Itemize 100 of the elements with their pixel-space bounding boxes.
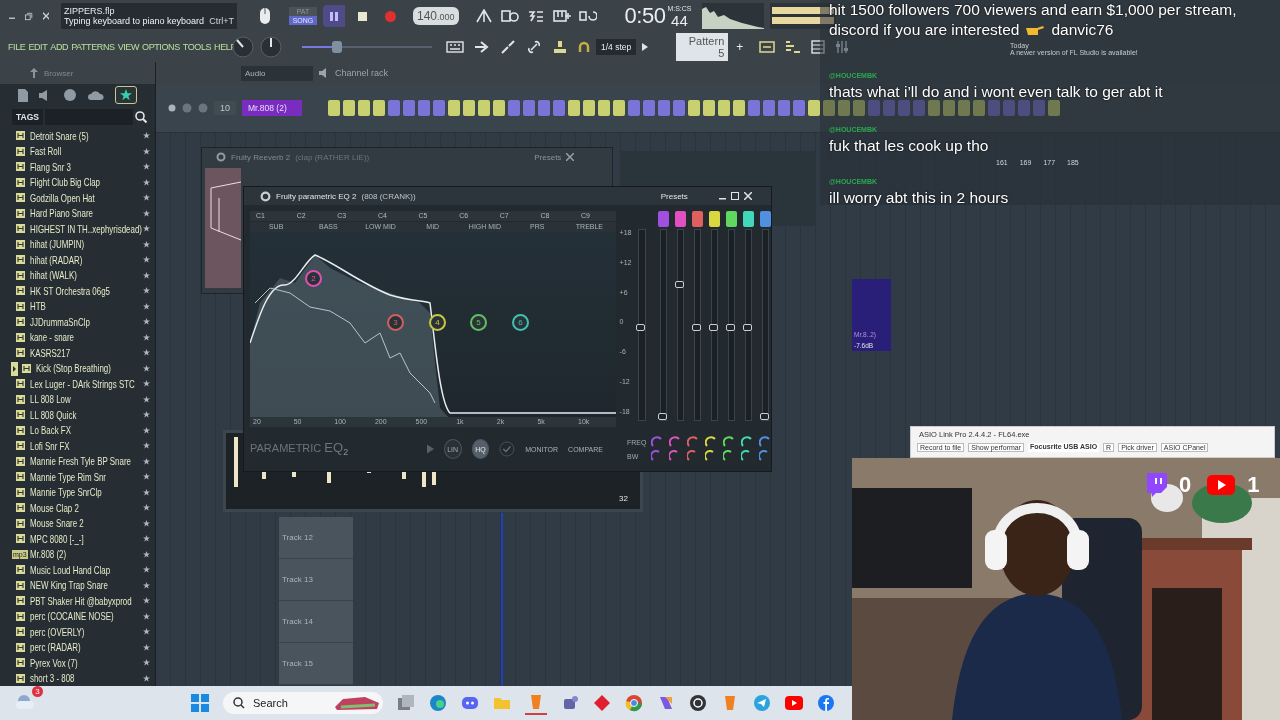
star-icon[interactable]: [143, 581, 150, 589]
star-icon[interactable]: [143, 395, 150, 403]
weather-icon[interactable]: [16, 693, 36, 709]
globe-icon[interactable]: [64, 89, 76, 101]
menu-item[interactable]: TOOLS: [182, 42, 212, 52]
youtube-icon[interactable]: [785, 696, 803, 710]
browser-item[interactable]: JJDrummaSnClp: [30, 315, 90, 328]
browser-item[interactable]: PBT Shaker Hit @babyxprod: [30, 594, 132, 607]
menu-item[interactable]: OPTIONS: [142, 42, 180, 52]
pause-button[interactable]: [323, 5, 345, 27]
star-icon[interactable]: [143, 411, 150, 419]
star-icon[interactable]: [143, 271, 150, 279]
browser-item[interactable]: Mannie Type SnrClp: [30, 486, 102, 499]
star-icon[interactable]: [143, 535, 150, 543]
star-icon[interactable]: [143, 287, 150, 295]
eq-node[interactable]: 4: [429, 314, 446, 331]
gear-icon[interactable]: [216, 152, 226, 162]
track-header[interactable]: Track 12: [279, 517, 353, 559]
browser-item[interactable]: Hard Piano Snare: [30, 207, 93, 220]
keyboard-icon[interactable]: [446, 40, 464, 54]
browser-item[interactable]: perc (RADAR): [30, 641, 81, 654]
channel-rack-icon[interactable]: [811, 40, 826, 54]
band-gain-thumb[interactable]: [743, 324, 752, 331]
browser-item[interactable]: Lo Back FX: [30, 424, 71, 437]
browser-item[interactable]: Godzilla Open Hat: [30, 191, 95, 204]
star-icon[interactable]: [143, 643, 150, 651]
band-gain-thumb[interactable]: [658, 413, 667, 420]
maximize-icon[interactable]: [730, 192, 739, 200]
star-icon[interactable]: [143, 333, 150, 341]
star-icon[interactable]: [143, 426, 150, 434]
gear-icon[interactable]: [260, 190, 271, 202]
star-icon[interactable]: [143, 178, 150, 186]
chrome-icon[interactable]: [625, 694, 643, 712]
brush-icon[interactable]: [500, 40, 516, 54]
star-icon[interactable]: [143, 473, 150, 481]
frequency-knob[interactable]: [723, 436, 735, 448]
windows-start-icon[interactable]: [191, 694, 209, 712]
mixer-track-number[interactable]: 10: [214, 101, 236, 115]
browser-item[interactable]: Fast Roll: [30, 145, 62, 158]
pitch-knob[interactable]: [260, 36, 282, 58]
browser-item[interactable]: Flight Club Big Clap: [30, 176, 100, 189]
star-icon[interactable]: [143, 302, 150, 310]
mixer-icon[interactable]: [835, 40, 850, 54]
menu-item[interactable]: ADD: [50, 42, 69, 52]
star-icon[interactable]: [143, 457, 150, 465]
eq-node[interactable]: 2: [305, 270, 322, 287]
add-pattern-button[interactable]: +: [734, 40, 746, 54]
star-icon[interactable]: [143, 597, 150, 605]
browser-item[interactable]: KASRS217: [30, 346, 71, 359]
browser-item[interactable]: HTB: [30, 300, 46, 313]
metronome-icon[interactable]: [474, 9, 493, 23]
star-icon[interactable]: [143, 132, 150, 140]
teams-icon[interactable]: [561, 694, 579, 712]
star-icon[interactable]: [143, 256, 150, 264]
taskbar-search-field[interactable]: Search: [223, 692, 383, 714]
master-gain-thumb[interactable]: [636, 324, 646, 331]
close-icon[interactable]: [566, 153, 575, 161]
diamond-icon[interactable]: [593, 694, 611, 712]
browser-item[interactable]: kane - snare: [30, 331, 75, 344]
menu-item[interactable]: FILE: [8, 42, 26, 52]
browser-item[interactable]: Flang Snr 3: [30, 160, 71, 173]
facebook-icon[interactable]: [817, 694, 835, 712]
frequency-knob[interactable]: [759, 436, 771, 448]
star-icon[interactable]: [143, 550, 150, 558]
browser-item[interactable]: Lofi Snr FX: [30, 439, 70, 452]
menu-item[interactable]: VIEW: [117, 42, 140, 52]
aperture-icon[interactable]: [689, 694, 707, 712]
browser-item[interactable]: Detroit Snare (5): [30, 129, 89, 142]
pattern-selector[interactable]: Pattern 5: [676, 33, 729, 61]
magnet-icon[interactable]: [578, 41, 590, 53]
star-icon[interactable]: [143, 349, 150, 357]
star-icon[interactable]: [143, 318, 150, 326]
mute-led[interactable]: [168, 104, 176, 112]
volume-knob[interactable]: [232, 36, 254, 58]
star-icon[interactable]: [143, 628, 150, 636]
stamp-icon[interactable]: [552, 40, 568, 54]
star-icon[interactable]: [143, 147, 150, 155]
play-arrow-icon[interactable]: [642, 43, 649, 51]
band-gain-thumb[interactable]: [726, 324, 735, 331]
star-icon[interactable]: [143, 612, 150, 620]
eq-node[interactable]: 5: [470, 314, 487, 331]
up-arrow-icon[interactable]: [30, 68, 38, 78]
channel-button[interactable]: Mr.808 (2): [242, 100, 302, 116]
keyboard-icon[interactable]: [552, 9, 571, 23]
band-gain-thumb[interactable]: [692, 324, 701, 331]
close-icon[interactable]: [42, 12, 49, 20]
star-icon[interactable]: [143, 364, 150, 372]
browser-item[interactable]: perc (COCAINE NOSE): [30, 610, 114, 623]
star-icon[interactable]: [143, 163, 150, 171]
eq-node[interactable]: 6: [512, 314, 529, 331]
track-header[interactable]: Track 15: [279, 643, 353, 685]
star-icon[interactable]: [143, 488, 150, 496]
star-icon[interactable]: [143, 442, 150, 450]
star-icon[interactable]: [143, 504, 150, 512]
track-header[interactable]: Track 14: [279, 601, 353, 643]
star-icon[interactable]: [143, 194, 150, 202]
browser-item[interactable]: hihat (JUMPIN): [30, 238, 85, 251]
band-gain-thumb[interactable]: [675, 281, 684, 289]
group-dropdown[interactable]: Audio: [241, 65, 313, 81]
cloud-icon[interactable]: [87, 90, 104, 100]
